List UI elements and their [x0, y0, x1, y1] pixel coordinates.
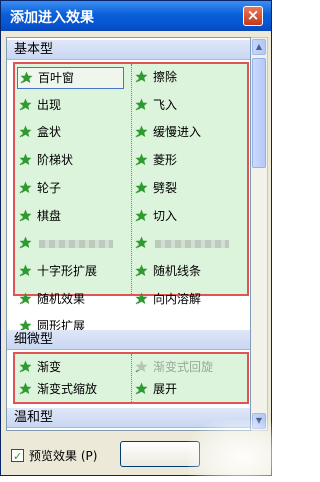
effect-item-label: 随机效果 [37, 291, 86, 306]
effect-item-label: 缓慢进入 [153, 125, 202, 140]
effect-item[interactable]: 劈裂 [133, 178, 243, 200]
star-icon [135, 70, 148, 83]
effect-item[interactable]: 飞入 [133, 95, 243, 117]
effect-item-label: 随机线条 [153, 263, 202, 278]
effects-list[interactable]: 基本型百叶窗 擦除出现 飞入盒状 缓慢进入阶梯状 菱形轮子 劈裂棋盘 切入十字形扩展 随机线条… [6, 37, 251, 431]
effect-item-label: 棋盘 [37, 208, 62, 223]
effect-item-label: 菱形 [153, 153, 178, 168]
image-glare [188, 420, 278, 482]
title-bar[interactable]: 添加进入效果 × [1, 1, 271, 31]
close-icon: × [246, 6, 260, 24]
effect-item[interactable]: 轮子 [17, 178, 124, 200]
effect-item[interactable]: 棋盘 [17, 206, 124, 228]
effect-group: 百叶窗 擦除出现 飞入盒状 缓慢进入阶梯状 菱形轮子 劈裂棋盘 切入十字形扩展 随机线条随机效… [13, 62, 249, 333]
star-icon [135, 209, 148, 222]
star-icon [135, 181, 148, 194]
effect-group: 渐变 渐变式回旋渐变式缩放 展开 [13, 352, 249, 404]
star-icon [19, 181, 32, 194]
effect-item-label: 轮子 [37, 180, 62, 195]
window-title: 添加进入效果 [10, 10, 94, 26]
effect-item[interactable]: 随机线条 [133, 261, 243, 283]
star-icon [135, 292, 148, 305]
effect-item-label: 十字形扩展 [37, 263, 98, 278]
dialog-window: 添加进入效果 × 基本型百叶窗 擦除出现 飞入盒状 缓慢进入阶梯状 菱形轮子 劈裂棋盘 切入… [0, 0, 272, 476]
star-icon [19, 264, 32, 277]
star-icon [135, 382, 148, 395]
effect-item-label: 渐变式回旋 [153, 360, 214, 374]
effect-item[interactable]: 向内溶解 [133, 289, 243, 311]
scroll-thumb[interactable] [252, 58, 266, 168]
effect-item-label: 劈裂 [153, 180, 178, 195]
effect-item[interactable]: 出现 [17, 95, 124, 117]
star-icon [19, 382, 32, 395]
effect-item-label: 渐变式缩放 [37, 382, 98, 396]
effect-item-label: 盒状 [37, 125, 62, 140]
close-button[interactable]: × [243, 6, 263, 26]
scroll-up-button[interactable]: ▲ [252, 39, 266, 55]
star-icon [135, 98, 148, 111]
column-divider [131, 64, 132, 294]
preview-checkbox-label: 预览效果 (P) [29, 449, 98, 463]
effect-item-label: 切入 [153, 208, 178, 223]
effect-item-label: 渐变 [37, 360, 62, 374]
star-icon [19, 125, 32, 138]
effect-item[interactable]: 切入 [133, 206, 243, 228]
effect-item[interactable]: 菱形 [133, 150, 243, 172]
star-icon [19, 98, 32, 111]
effect-item[interactable] [133, 233, 243, 255]
vertical-scrollbar[interactable]: ▲ ▼ [251, 37, 268, 431]
effect-item[interactable]: 阶梯状 [17, 150, 124, 172]
effect-item-label: 擦除 [153, 70, 178, 84]
category-header: 基本型 [7, 40, 250, 60]
preview-checkbox-box[interactable] [11, 447, 24, 467]
effect-item-label: 阶梯状 [37, 153, 74, 168]
star-icon [135, 264, 148, 277]
effect-item[interactable]: 缓慢进入 [133, 122, 243, 144]
star-icon [19, 209, 32, 222]
effect-item[interactable]: 渐变 [17, 357, 124, 379]
category-header: 细微型 [7, 330, 250, 350]
star-icon [135, 125, 148, 138]
effect-item[interactable]: 渐变式缩放 [17, 379, 124, 401]
effect-item-label: 展开 [153, 382, 178, 396]
preview-checkbox[interactable]: 预览效果 (P) [11, 446, 111, 467]
star-icon [19, 360, 32, 373]
column-divider [131, 354, 132, 402]
effect-item-label: 百叶窗 [38, 71, 75, 85]
star-icon [135, 360, 148, 373]
effect-item[interactable] [17, 233, 124, 255]
obscured-label [39, 240, 113, 249]
effect-item-label: 向内溶解 [153, 291, 202, 306]
star-icon [135, 236, 148, 249]
star-icon [19, 292, 32, 305]
effect-item[interactable]: 擦除 [133, 67, 243, 89]
effect-item[interactable]: 盒状 [17, 122, 124, 144]
effect-item[interactable]: 百叶窗 [17, 67, 124, 89]
star-icon [19, 236, 32, 249]
obscured-label [155, 240, 229, 249]
effect-item-label: 出现 [37, 97, 62, 112]
star-icon [135, 153, 148, 166]
effect-item[interactable]: 十字形扩展 [17, 261, 124, 283]
effect-item-label: 飞入 [153, 97, 178, 112]
star-icon [19, 153, 32, 166]
effect-item[interactable]: 随机效果 [17, 289, 124, 311]
effect-item[interactable]: 渐变式回旋 [133, 357, 243, 379]
star-icon [20, 71, 33, 84]
effect-item[interactable]: 展开 [133, 379, 243, 401]
